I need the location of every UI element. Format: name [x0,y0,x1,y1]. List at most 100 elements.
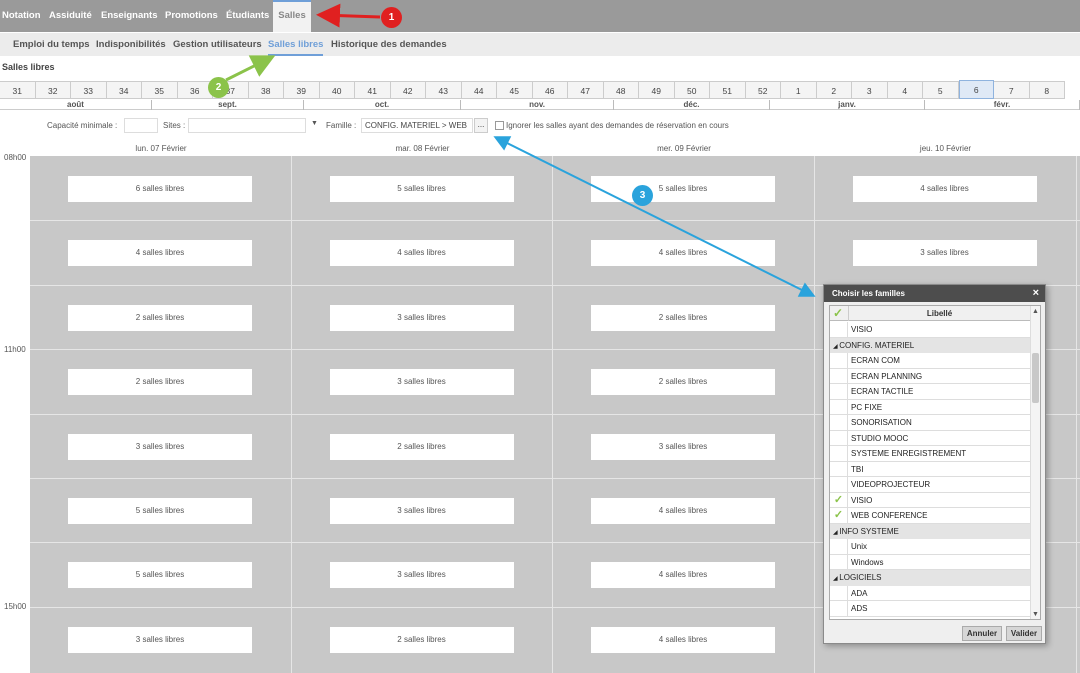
list-item[interactable]: SONORISATION [830,415,1030,431]
list-item[interactable]: PC FIXE [830,399,1030,415]
free-room-slot[interactable]: 5 salles libres [68,562,252,589]
nav-assiduite[interactable]: Assiduité [49,0,92,32]
week-6[interactable]: 6 [958,80,994,99]
week-50[interactable]: 50 [674,81,710,99]
free-room-slot[interactable]: 3 salles libres [591,433,775,460]
capacity-input[interactable] [124,118,158,133]
row-checkbox[interactable] [830,585,848,601]
free-room-slot[interactable]: 3 salles libres [68,433,252,460]
tab-salles-libres[interactable]: Salles libres [268,33,324,56]
week-34[interactable]: 34 [106,81,142,99]
sites-select[interactable] [188,118,306,133]
free-room-slot[interactable]: 5 salles libres [329,176,514,202]
ignore-checkbox[interactable] [495,121,504,130]
week-49[interactable]: 49 [639,81,675,99]
week-3[interactable]: 3 [852,81,888,99]
free-room-slot[interactable]: 3 salles libres [329,369,514,396]
free-room-slot[interactable]: 2 salles libres [329,626,514,653]
tab-indisponibilit-s[interactable]: Indisponibilités [96,33,166,56]
row-checkbox[interactable] [830,539,848,554]
free-room-slot[interactable]: 4 salles libres [591,240,775,267]
nav-etudiants[interactable]: Étudiants [226,0,269,32]
week-45[interactable]: 45 [497,81,533,99]
tab-historique-des-demandes[interactable]: Historique des demandes [331,33,447,56]
week-38[interactable]: 38 [248,81,284,99]
scroll-thumb[interactable] [1032,353,1039,403]
week-2[interactable]: 2 [816,81,852,99]
free-room-slot[interactable]: 3 salles libres [68,626,252,653]
week-4[interactable]: 4 [887,81,923,99]
free-room-slot[interactable]: 2 salles libres [68,369,252,396]
free-room-slot[interactable]: 2 salles libres [329,433,514,460]
row-checkbox[interactable] [830,446,848,461]
list-item[interactable]: ADS [830,601,1030,617]
row-checkbox[interactable] [830,353,848,368]
free-room-slot[interactable]: 2 salles libres [591,304,775,331]
row-checkbox[interactable] [830,430,848,446]
nav-notation[interactable]: Notation [2,0,41,32]
free-room-slot[interactable]: 5 salles libres [68,498,252,524]
row-checkbox[interactable] [830,322,848,337]
list-item[interactable]: STUDIO MOOC [830,430,1030,446]
list-item[interactable]: ✓ VISIO [830,492,1030,508]
nav-salles[interactable]: Salles [273,0,311,32]
scroll-down-icon[interactable]: ▼ [1032,611,1039,618]
free-room-slot[interactable]: 4 salles libres [68,240,252,267]
tab-emploi-du-temps[interactable]: Emploi du temps [13,33,90,56]
list-group[interactable]: ◢ CONFIG. MATERIEL [830,337,1030,353]
list-item[interactable]: TBI [830,461,1030,477]
family-input[interactable]: CONFIG. MATERIEL > WEB [361,118,473,133]
week-40[interactable]: 40 [319,81,355,99]
week-46[interactable]: 46 [532,81,568,99]
week-1[interactable]: 1 [781,81,817,99]
checkmark-icon[interactable]: ✓ [830,508,848,523]
libelle-header[interactable]: Libellé [849,306,1030,321]
list-item[interactable]: VISIO [830,322,1030,338]
week-33[interactable]: 33 [71,81,107,99]
free-room-slot[interactable]: 4 salles libres [591,626,775,653]
free-room-slot[interactable]: 3 salles libres [852,240,1037,267]
list-item[interactable]: ECRAN COM [830,353,1030,369]
week-5[interactable]: 5 [923,81,959,99]
free-room-slot[interactable]: 3 salles libres [329,498,514,524]
scroll-up-icon[interactable]: ▲ [1032,308,1039,315]
list-item[interactable]: SYSTEME ENREGISTREMENT [830,446,1030,462]
list-item[interactable]: ECRAN TACTILE [830,384,1030,400]
list-item[interactable]: ADA [830,585,1030,601]
row-checkbox[interactable] [830,399,848,415]
list-item[interactable]: Unix [830,539,1030,555]
free-room-slot[interactable]: 4 salles libres [852,176,1037,202]
free-room-slot[interactable]: 4 salles libres [329,240,514,267]
row-checkbox[interactable] [830,461,848,477]
row-checkbox[interactable] [830,368,848,384]
list-group[interactable]: ◢ INFO SYSTEME [830,523,1030,539]
week-47[interactable]: 47 [568,81,604,99]
validate-button[interactable]: Valider [1006,626,1042,641]
list-item[interactable]: VIDEOPROJECTEUR [830,477,1030,493]
free-room-slot[interactable]: 2 salles libres [68,304,252,331]
free-room-slot[interactable]: 5 salles libres [591,176,775,202]
row-checkbox[interactable] [830,384,848,399]
checkmark-icon[interactable]: ✓ [830,492,848,508]
row-checkbox[interactable] [830,554,848,570]
list-scrollbar[interactable]: ▲ ▼ [1030,306,1040,619]
free-room-slot[interactable]: 4 salles libres [591,562,775,589]
chevron-down-icon[interactable]: ▼ [311,120,318,127]
cancel-button[interactable]: Annuler [962,626,1002,641]
close-icon[interactable]: × [1033,285,1039,302]
week-48[interactable]: 48 [603,81,639,99]
week-8[interactable]: 8 [1029,81,1065,99]
nav-enseignants[interactable]: Enseignants [101,0,158,32]
week-43[interactable]: 43 [426,81,462,99]
week-35[interactable]: 35 [142,81,178,99]
free-room-slot[interactable]: 2 salles libres [591,369,775,396]
week-51[interactable]: 51 [710,81,746,99]
free-room-slot[interactable]: 4 salles libres [591,498,775,524]
free-room-slot[interactable]: 6 salles libres [68,176,252,202]
free-room-slot[interactable]: 3 salles libres [329,562,514,589]
week-42[interactable]: 42 [390,81,426,99]
week-44[interactable]: 44 [461,81,497,99]
week-52[interactable]: 52 [745,81,781,99]
week-7[interactable]: 7 [994,81,1030,99]
week-31[interactable]: 31 [0,81,36,99]
